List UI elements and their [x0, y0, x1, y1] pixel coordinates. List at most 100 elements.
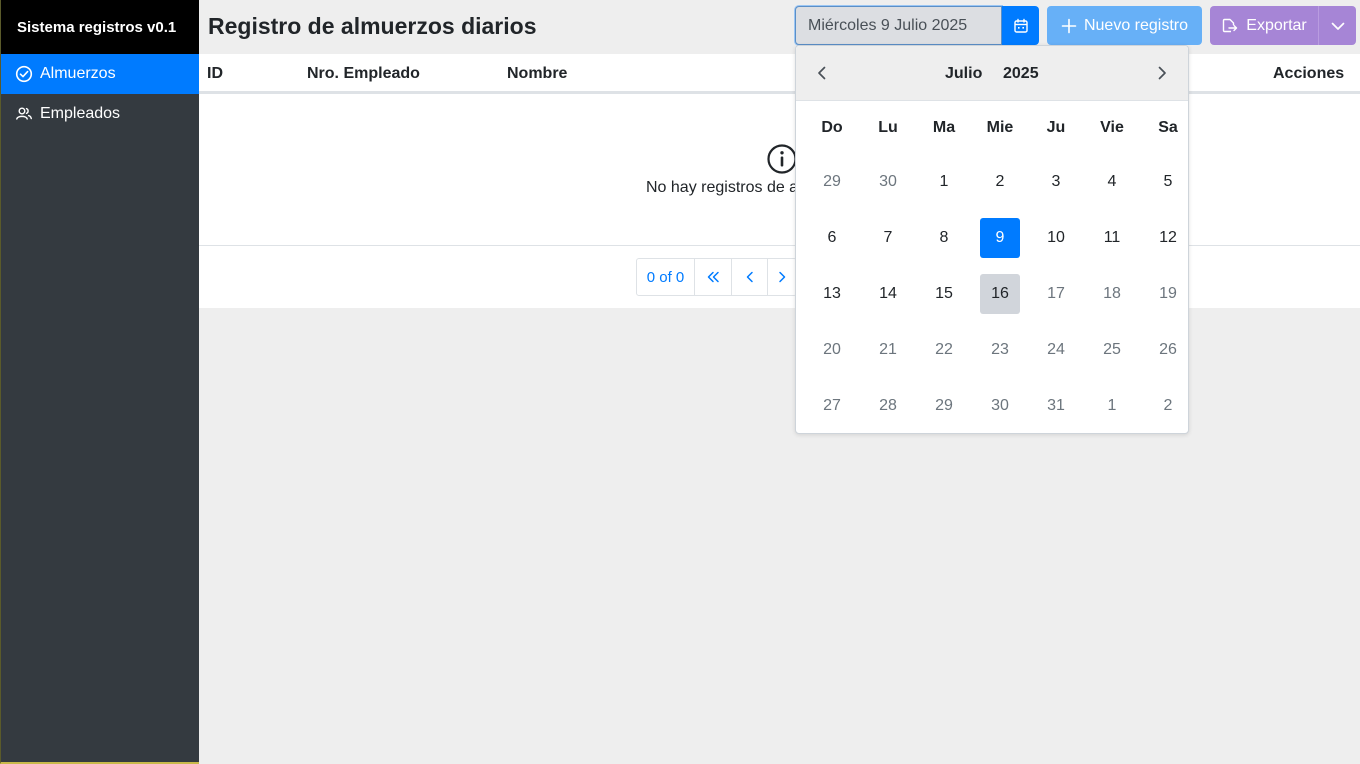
next-month-icon[interactable]: [1154, 65, 1170, 81]
prev-month-icon[interactable]: [814, 65, 830, 81]
column-header-id[interactable]: ID: [207, 65, 223, 83]
calendar-day[interactable]: 1: [1084, 378, 1140, 434]
calendar-day-number: 14: [879, 285, 897, 302]
calendar-day[interactable]: 18: [1084, 266, 1140, 322]
calendar-day[interactable]: 31: [1028, 378, 1084, 434]
calendar-day-number: 31: [1047, 397, 1065, 414]
calendar-day[interactable]: 2: [1140, 378, 1196, 434]
chevron-down-icon: [1331, 22, 1344, 30]
app-title: Sistema registros v0.1: [1, 0, 199, 54]
calendar-day[interactable]: 1: [916, 154, 972, 210]
calendar-day-number: 18: [1103, 285, 1121, 302]
calendar-day[interactable]: 6: [804, 210, 860, 266]
calendar-day[interactable]: 21: [860, 322, 916, 378]
date-input[interactable]: Miércoles 9 Julio 2025: [795, 6, 1002, 45]
calendar-day[interactable]: 22: [916, 322, 972, 378]
calendar-day[interactable]: 10: [1028, 210, 1084, 266]
calendar-day[interactable]: 29: [804, 154, 860, 210]
calendar-day-number: 19: [1159, 285, 1177, 302]
calendar-day[interactable]: 7: [860, 210, 916, 266]
calendar-day-number: 3: [1051, 173, 1061, 190]
calendar-day[interactable]: 30: [860, 154, 916, 210]
calendar-day[interactable]: 23: [972, 322, 1028, 378]
calendar-day-number: 28: [879, 397, 897, 414]
calendar-day-number: 10: [1047, 229, 1065, 246]
calendar-day-number: 27: [823, 397, 841, 414]
calendar-day[interactable]: 5: [1140, 154, 1196, 210]
users-icon: [16, 107, 32, 120]
paginator: 0 of 0: [636, 258, 797, 296]
check-circle-icon: [15, 65, 33, 83]
export-dropdown-button[interactable]: [1318, 6, 1356, 45]
calendar-year[interactable]: 2025: [1003, 65, 1039, 83]
calendar-day[interactable]: 24: [1028, 322, 1084, 378]
calendar-day-number: 15: [935, 285, 953, 302]
calendar-day-number: 20: [823, 341, 841, 358]
column-header-name[interactable]: Nombre: [507, 65, 567, 83]
column-header-employee-number[interactable]: Nro. Empleado: [307, 65, 420, 83]
calendar-button[interactable]: [1002, 6, 1039, 45]
calendar-day[interactable]: 11: [1084, 210, 1140, 266]
plus-icon: [1061, 18, 1077, 33]
sidebar-item-empleados[interactable]: Empleados: [1, 94, 199, 134]
calendar-day-number: 30: [879, 173, 897, 190]
weekday-label: Mie: [986, 119, 1014, 136]
calendar-day-number: 6: [827, 229, 837, 246]
first-page-button[interactable]: [695, 259, 732, 295]
next-page-button[interactable]: [768, 259, 796, 295]
calendar-day[interactable]: 3: [1028, 154, 1084, 210]
export-label: Exportar: [1246, 16, 1307, 34]
calendar-day[interactable]: 13: [804, 266, 860, 322]
calendar-day[interactable]: 20: [804, 322, 860, 378]
sidebar: Sistema registros v0.1 Almuerzos Emplead…: [0, 0, 199, 764]
new-record-button[interactable]: Nuevo registro: [1047, 6, 1202, 45]
calendar-day-number: 30: [991, 397, 1009, 414]
export-button[interactable]: Exportar: [1210, 6, 1318, 45]
calendar-day-number: 1: [1107, 397, 1117, 414]
calendar-day-number: 11: [1103, 229, 1121, 246]
calendar-day-number: 24: [1047, 341, 1065, 358]
calendar-day-number: 25: [1103, 341, 1121, 358]
calendar-day[interactable]: 4: [1084, 154, 1140, 210]
calendar-month[interactable]: Julio: [945, 65, 982, 83]
chevron-left-icon: [746, 271, 753, 283]
calendar-day-number: 23: [991, 341, 1009, 358]
calendar-day[interactable]: 19: [1140, 266, 1196, 322]
calendar-day-number: 29: [823, 173, 841, 190]
calendar-day[interactable]: 8: [916, 210, 972, 266]
calendar-day[interactable]: 30: [972, 378, 1028, 434]
info-icon: [767, 144, 797, 174]
calendar-day-number: 9: [980, 218, 1020, 258]
export-file-icon: [1223, 18, 1238, 33]
prev-page-button[interactable]: [732, 259, 768, 295]
days-grid: 29 30 1 2 3 4 5 6 7 8 9 10 11 12 13 14 15 16 17 18 19 20 21 22 2…: [804, 154, 1196, 434]
calendar-day[interactable]: 29: [916, 378, 972, 434]
calendar-day-number: 22: [935, 341, 953, 358]
calendar-day-number: 13: [823, 285, 841, 302]
new-record-label: Nuevo registro: [1083, 16, 1189, 34]
sidebar-item-label: Almuerzos: [40, 65, 116, 82]
calendar-day[interactable]: 25: [1084, 322, 1140, 378]
date-picker-popup: Julio 2025 Do Lu Ma Mie Ju Vie Sa 29 30 1 2 3 4 5 6 7 8…: [795, 45, 1189, 434]
sidebar-item-almuerzos[interactable]: Almuerzos: [1, 54, 199, 94]
calendar-day[interactable]: 14: [860, 266, 916, 322]
calendar-day-number: 8: [939, 229, 949, 246]
calendar-day[interactable]: 2: [972, 154, 1028, 210]
calendar-day-number: 7: [883, 229, 893, 246]
calendar-day-number: 4: [1107, 173, 1117, 190]
calendar-day[interactable]: 15: [916, 266, 972, 322]
calendar-day[interactable]: 12: [1140, 210, 1196, 266]
calendar-day-number: 17: [1047, 285, 1065, 302]
calendar-day-selected[interactable]: 9: [972, 210, 1028, 266]
calendar-day-today[interactable]: 16: [972, 266, 1028, 322]
sidebar-item-label: Empleados: [40, 105, 121, 122]
calendar-day[interactable]: 26: [1140, 322, 1196, 378]
calendar-day[interactable]: 17: [1028, 266, 1084, 322]
calendar-day[interactable]: 28: [860, 378, 916, 434]
page-count: 0 of 0: [637, 259, 695, 295]
weekday-row: Do Lu Ma Mie Ju Vie Sa: [804, 119, 1196, 137]
calendar-day[interactable]: 27: [804, 378, 860, 434]
calendar-day-number: 29: [935, 397, 953, 414]
chevron-right-icon: [779, 271, 786, 283]
weekday-label: Ma: [932, 119, 956, 136]
